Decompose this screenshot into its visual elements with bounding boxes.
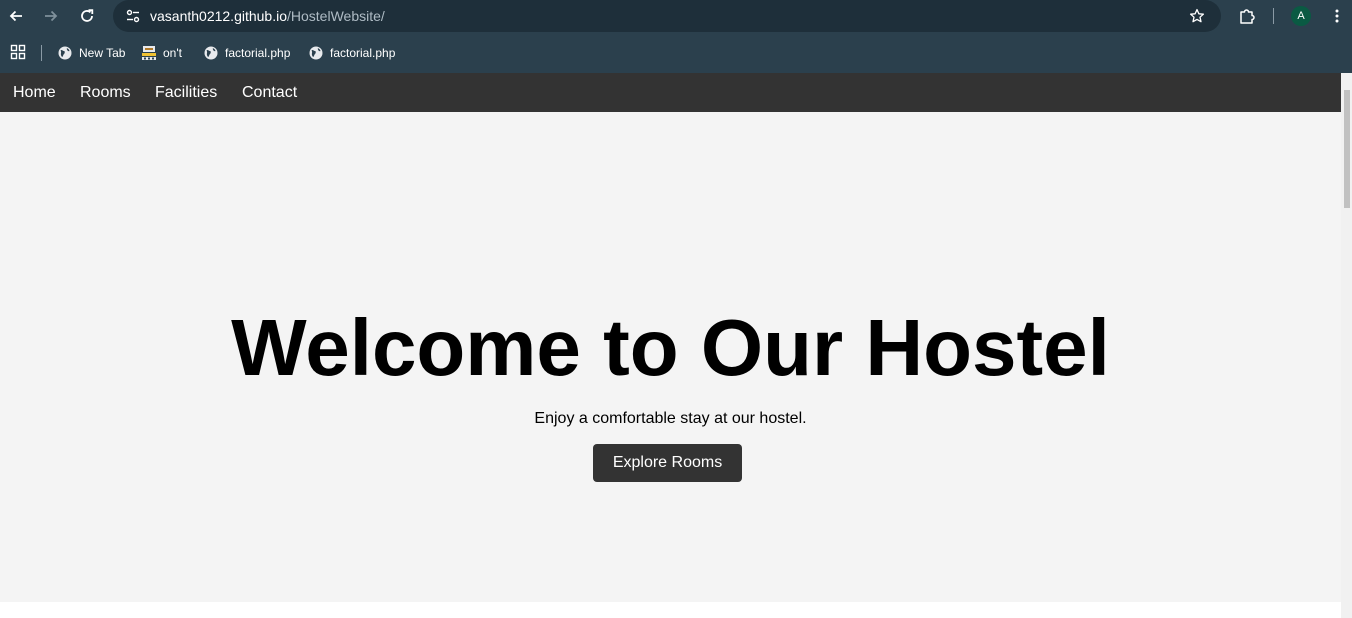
address-bar[interactable]: vasanth0212.github.io/HostelWebsite/ — [113, 0, 1221, 32]
scrollbar-thumb[interactable] — [1344, 90, 1350, 208]
arrow-left-icon — [9, 10, 22, 22]
forward-button[interactable] — [39, 4, 63, 28]
apps-grid-icon — [10, 44, 26, 60]
globe-icon — [58, 46, 72, 60]
url-text[interactable]: vasanth0212.github.io/HostelWebsite/ — [150, 8, 385, 24]
back-button[interactable] — [4, 4, 28, 28]
bookmarks-divider — [41, 45, 42, 61]
tune-icon — [126, 9, 140, 23]
profile-avatar[interactable]: A — [1291, 6, 1311, 26]
apps-button[interactable] — [10, 44, 26, 65]
url-path: /HostelWebsite/ — [287, 8, 385, 24]
bookmark-label: factorial.php — [225, 46, 291, 60]
nav-link-facilities[interactable]: Facilities — [155, 83, 217, 102]
page-scrollbar[interactable] — [1341, 73, 1352, 618]
bookmark-factorial-1[interactable]: factorial.php — [203, 44, 290, 62]
page-viewport: Home Rooms Facilities Contact Welcome to… — [0, 73, 1352, 618]
nav-link-home[interactable]: Home — [13, 83, 56, 102]
reload-button[interactable] — [75, 4, 99, 28]
hero-section: Welcome to Our Hostel Enjoy a comfortabl… — [0, 112, 1341, 602]
nav-link-contact[interactable]: Contact — [242, 83, 297, 102]
explore-rooms-button[interactable]: Explore Rooms — [593, 444, 742, 482]
extensions-button[interactable] — [1235, 4, 1259, 28]
bookmark-star-button[interactable] — [1185, 4, 1209, 28]
bookmarks-bar: New Tab on't factorial.php factorial.php — [0, 33, 1352, 73]
site-navbar: Home Rooms Facilities Contact — [0, 73, 1341, 112]
arrow-right-icon — [45, 10, 58, 22]
bookmark-label: factorial.php — [330, 46, 396, 60]
star-icon — [1189, 8, 1205, 23]
browser-toolbar: vasanth0212.github.io/HostelWebsite/ A — [0, 0, 1352, 33]
hero-subtitle: Enjoy a comfortable stay at our hostel. — [534, 410, 807, 427]
url-host: vasanth0212.github.io — [150, 8, 287, 24]
kebab-menu-icon — [1335, 9, 1339, 23]
bookmark-new-tab[interactable]: New Tab — [57, 44, 125, 62]
globe-icon — [309, 46, 323, 60]
reload-icon — [81, 9, 94, 22]
site-info-button[interactable] — [121, 4, 145, 28]
toolbar-divider — [1273, 8, 1274, 24]
bookmark-label: New Tab — [79, 46, 126, 60]
site-favicon — [142, 46, 156, 60]
bookmark-label: on't — [163, 46, 182, 60]
nav-link-rooms[interactable]: Rooms — [80, 83, 131, 102]
puzzle-icon — [1240, 9, 1255, 24]
bookmark-ont[interactable]: on't — [141, 44, 182, 62]
hero-title: Welcome to Our Hostel — [231, 303, 1110, 392]
browser-menu-button[interactable] — [1325, 4, 1349, 28]
globe-icon — [204, 46, 218, 60]
bookmark-factorial-2[interactable]: factorial.php — [308, 44, 395, 62]
